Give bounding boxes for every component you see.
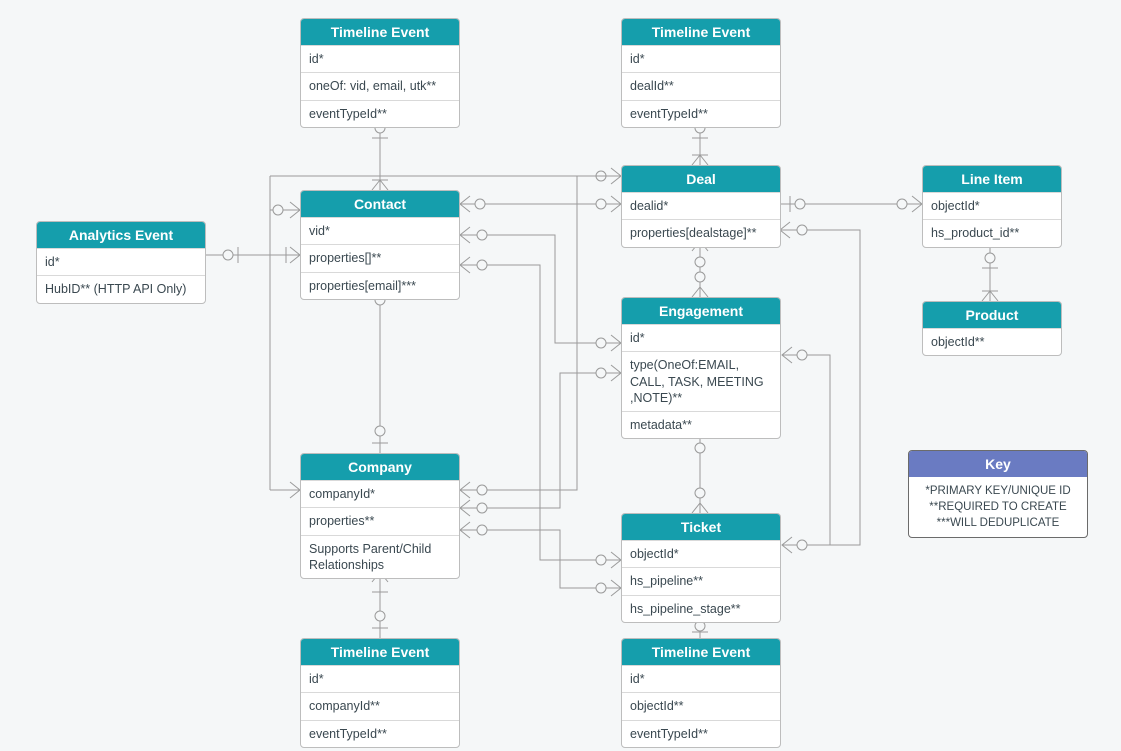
entity-header: Product [923, 302, 1061, 328]
entity-field: eventTypeId** [622, 720, 780, 747]
entity-field: eventTypeId** [622, 100, 780, 127]
entity-field: HubID** (HTTP API Only) [37, 275, 205, 302]
entity-contact[interactable]: Contact vid* properties[]** properties[e… [300, 190, 460, 300]
entity-field: properties[email]*** [301, 272, 459, 299]
entity-header: Company [301, 454, 459, 480]
entity-field: vid* [301, 217, 459, 244]
entity-header: Deal [622, 166, 780, 192]
entity-field: id* [622, 45, 780, 72]
diagram-canvas: Timeline Event id* oneOf: vid, email, ut… [0, 0, 1121, 751]
entity-field: id* [37, 248, 205, 275]
entity-field: companyId** [301, 692, 459, 719]
entity-field: eventTypeId** [301, 720, 459, 747]
entity-header: Timeline Event [301, 639, 459, 665]
entity-field: id* [301, 45, 459, 72]
entity-field: hs_pipeline_stage** [622, 595, 780, 622]
entity-product[interactable]: Product objectId** [922, 301, 1062, 356]
entity-field: id* [301, 665, 459, 692]
entity-field: objectId** [923, 328, 1061, 355]
entity-timeline-event-ticket[interactable]: Timeline Event id* objectId** eventTypeI… [621, 638, 781, 748]
entity-field: dealId** [622, 72, 780, 99]
entity-timeline-event-deal[interactable]: Timeline Event id* dealId** eventTypeId*… [621, 18, 781, 128]
entity-timeline-event-company[interactable]: Timeline Event id* companyId** eventType… [300, 638, 460, 748]
entity-company[interactable]: Company companyId* properties** Supports… [300, 453, 460, 579]
entity-ticket[interactable]: Ticket objectId* hs_pipeline** hs_pipeli… [621, 513, 781, 623]
entity-field: hs_product_id** [923, 219, 1061, 246]
entity-header: Timeline Event [622, 19, 780, 45]
entity-field: hs_pipeline** [622, 567, 780, 594]
entity-field: objectId** [622, 692, 780, 719]
entity-field: id* [622, 324, 780, 351]
legend-header: Key [909, 451, 1087, 477]
entity-field: dealid* [622, 192, 780, 219]
entity-field: companyId* [301, 480, 459, 507]
legend-body: *PRIMARY KEY/UNIQUE ID **REQUIRED TO CRE… [909, 477, 1087, 537]
entity-field: id* [622, 665, 780, 692]
entity-header: Timeline Event [301, 19, 459, 45]
entity-field: Supports Parent/Child Relationships [301, 535, 459, 579]
legend-line: **REQUIRED TO CREATE [917, 499, 1079, 515]
legend-line: ***WILL DEDUPLICATE [917, 515, 1079, 531]
entity-field: properties[dealstage]** [622, 219, 780, 246]
legend-key: Key *PRIMARY KEY/UNIQUE ID **REQUIRED TO… [908, 450, 1088, 538]
entity-field: type(OneOf:EMAIL, CALL, TASK, MEETING ,N… [622, 351, 780, 411]
entity-header: Ticket [622, 514, 780, 540]
entity-field: oneOf: vid, email, utk** [301, 72, 459, 99]
entity-header: Line Item [923, 166, 1061, 192]
entity-line-item[interactable]: Line Item objectId* hs_product_id** [922, 165, 1062, 248]
entity-timeline-event-contact[interactable]: Timeline Event id* oneOf: vid, email, ut… [300, 18, 460, 128]
entity-engagement[interactable]: Engagement id* type(OneOf:EMAIL, CALL, T… [621, 297, 781, 439]
entity-header: Analytics Event [37, 222, 205, 248]
entity-field: properties** [301, 507, 459, 534]
entity-header: Contact [301, 191, 459, 217]
entity-field: properties[]** [301, 244, 459, 271]
entity-field: objectId* [622, 540, 780, 567]
entity-deal[interactable]: Deal dealid* properties[dealstage]** [621, 165, 781, 248]
entity-field: objectId* [923, 192, 1061, 219]
connectors-layer [0, 0, 1121, 751]
entity-field: eventTypeId** [301, 100, 459, 127]
entity-header: Engagement [622, 298, 780, 324]
entity-header: Timeline Event [622, 639, 780, 665]
entity-analytics-event[interactable]: Analytics Event id* HubID** (HTTP API On… [36, 221, 206, 304]
entity-field: metadata** [622, 411, 780, 438]
legend-line: *PRIMARY KEY/UNIQUE ID [917, 483, 1079, 499]
